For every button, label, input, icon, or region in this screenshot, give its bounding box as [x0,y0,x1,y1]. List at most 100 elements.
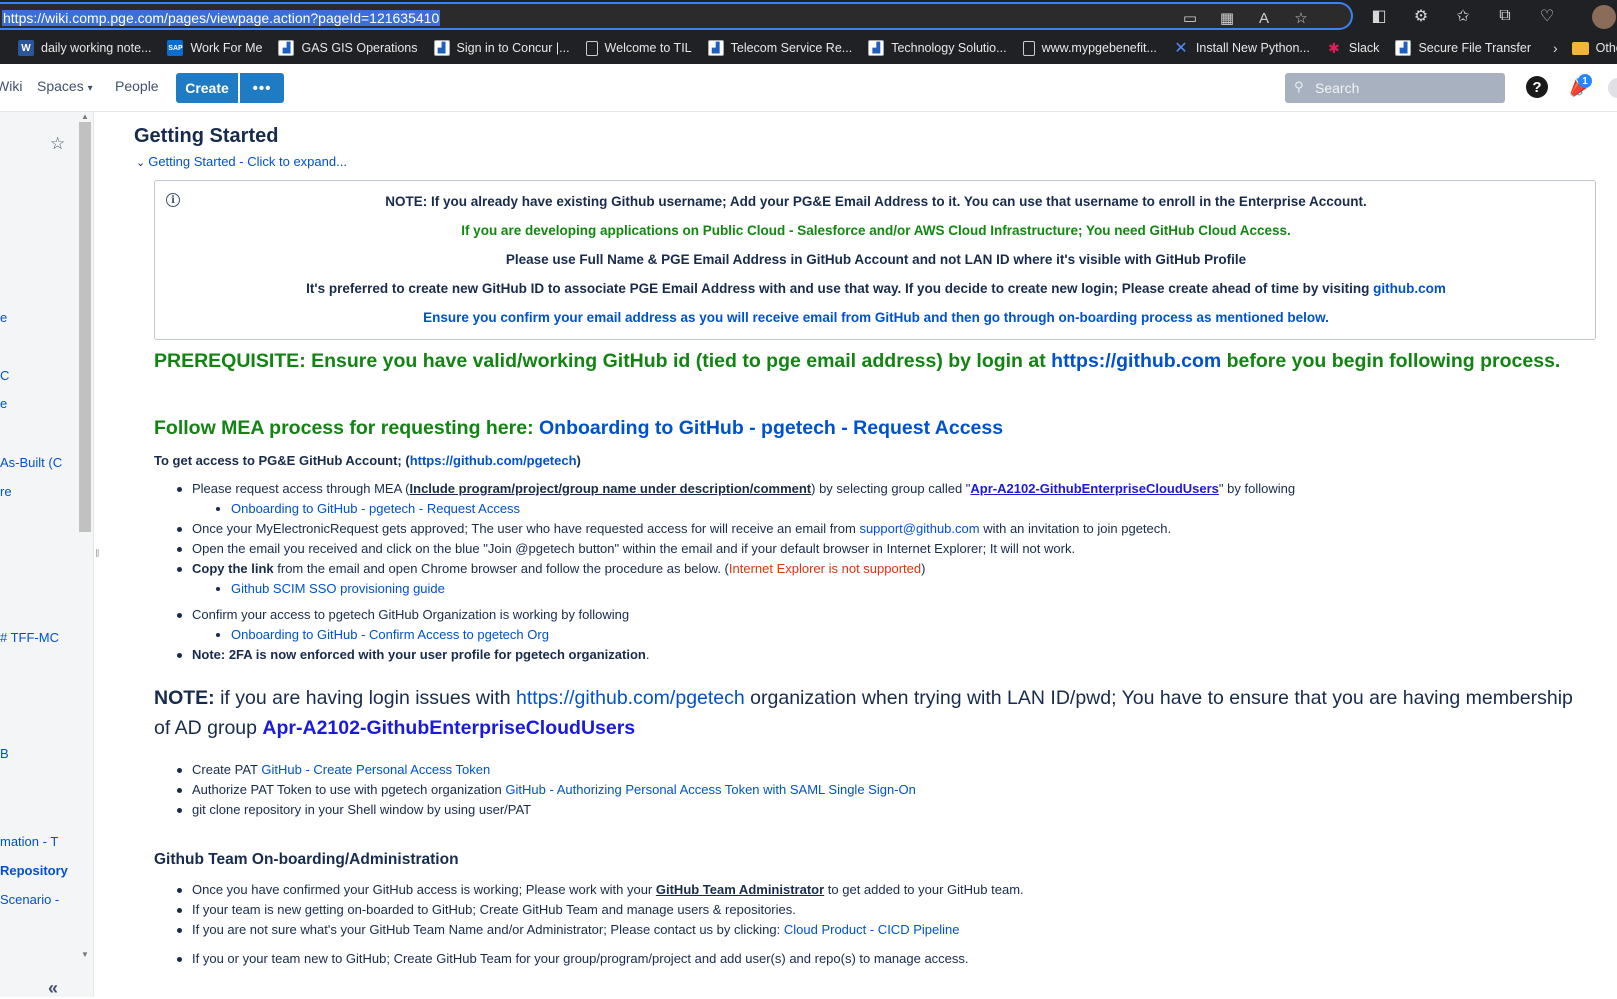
apps-icon[interactable]: ▦ [1217,8,1237,28]
bookmark-item[interactable]: ✱ Slack [1326,39,1379,56]
browser-toolbar: ◧ ⚙ ✩ ⧉ ♡ [1368,5,1558,27]
confirm-steps-list: Confirm your access to pgetech GitHub Or… [176,605,649,665]
info-line: NOTE: If you already have existing Githu… [385,194,1367,209]
list-item: If your team is new getting on-boarded t… [177,900,1024,920]
support-email-link[interactable]: support@github.com [859,521,979,536]
list-item: Authorize PAT Token to use with pgetech … [177,780,916,800]
chevron-down-icon: ▾ [87,83,93,94]
bookmark-item[interactable]: ▟ Secure File Transfer [1395,40,1531,56]
space-sidebar: ☆ ▲ ▼ e C e As-Built (C re # TFF-MC B ma… [0,112,94,999]
create-button[interactable]: Create [176,73,238,103]
sidebar-tree-item-current[interactable]: Repository [0,863,76,878]
favorite-star-icon[interactable]: ☆ [1291,8,1311,28]
chevron-down-icon: ⌄ [136,157,146,169]
group-link[interactable]: Apr-A2102-GithubEnterpriseCloudUsers [970,481,1219,496]
bookmark-item[interactable]: Wdaily working note... [18,40,151,56]
info-line: Ensure you confirm your email address as… [423,310,1329,325]
app-header: Wiki Spaces ▾ People Create ••• ⚲ ? 📣 1 [0,64,1617,112]
sidebar-tree-item[interactable]: e [0,310,76,325]
github-link[interactable]: https://github.com [1051,350,1221,372]
nav-people[interactable]: People [115,78,159,94]
star-icon[interactable]: ☆ [50,134,65,154]
bookmark-item[interactable]: ✕ Install New Python... [1173,40,1310,57]
favorites-icon[interactable]: ✩ [1452,5,1474,27]
request-access-link[interactable]: Onboarding to GitHub - pgetech - Request… [231,501,520,516]
list-item: If you or your team new to GitHub; Creat… [177,949,1024,969]
bookmark-item[interactable]: ▟ GAS GIS Operations [278,40,418,56]
list-item: Note: 2FA is now enforced with your user… [176,645,649,665]
list-item: Please request access through MEA (Inclu… [176,479,1295,499]
sidebar-tree-item[interactable]: # TFF-MC [0,630,76,645]
access-intro: To get access to PG&E GitHub Account; (h… [154,453,581,468]
sidebar-tree-item[interactable]: re [0,484,76,499]
slack-icon: ✱ [1327,39,1340,56]
list-item: Confirm your access to pgetech GitHub Or… [176,605,649,625]
search-icon: ⚲ [1294,79,1304,94]
nav-wiki[interactable]: Wiki [0,78,22,94]
chart-icon: ▟ [868,40,885,56]
sidebar-tree-item[interactable]: C [0,368,76,383]
search-box[interactable]: ⚲ [1285,73,1505,103]
pgetech-link[interactable]: https://github.com/pgetech [516,687,745,709]
sidebar-tree-item[interactable]: As-Built (C [0,455,76,470]
scroll-up-icon[interactable]: ▲ [81,112,89,121]
sidebar-resize-handle[interactable]: ‖ [95,548,100,560]
bookmark-item[interactable]: ▟ Sign in to Concur |... [433,40,570,56]
list-item: git clone repository in your Shell windo… [177,800,916,820]
prerequisite-heading: PREREQUISITE: Ensure you have valid/work… [154,350,1561,372]
sidebar-tree-item[interactable]: mation - T [0,834,76,849]
scroll-down-icon[interactable]: ▼ [81,950,89,959]
info-line: It's preferred to create new GitHub ID t… [306,281,1446,296]
chart-icon: ▟ [278,40,295,56]
sidebar-tree-item[interactable]: B [0,746,76,761]
confluence-icon: ✕ [1174,40,1188,57]
sidebar-tree-item[interactable]: e [0,396,76,411]
extensions-icon[interactable]: ⚙ [1410,5,1432,27]
bookmark-item[interactable]: www.mypgebenefit... [1022,40,1157,56]
url-field[interactable]: https://wiki.comp.pge.com/pages/viewpage… [0,2,1353,30]
request-access-link[interactable]: Onboarding to GitHub - pgetech - Request… [539,417,1003,439]
list-item: Onboarding to GitHub - Confirm Access to… [192,625,649,645]
page-title: Getting Started [134,125,279,147]
bookmark-item[interactable]: SAP Work For Me [167,40,262,56]
nav-spaces[interactable]: Spaces ▾ [37,78,93,94]
install-app-icon[interactable]: ▭ [1180,8,1200,28]
split-screen-icon[interactable]: ◧ [1368,5,1390,27]
collapse-sidebar-icon[interactable]: « [48,978,58,999]
group-link[interactable]: Apr-A2102-GithubEnterpriseCloudUsers [262,717,635,739]
health-icon[interactable]: ♡ [1536,5,1558,27]
bookmark-item[interactable]: ▟ Technology Solutio... [868,40,1007,56]
list-item: Github SCIM SSO provisioning guide [192,579,1295,599]
chevron-right-icon[interactable]: › [1553,40,1558,56]
page-icon [1022,40,1035,56]
profile-avatar[interactable] [1592,5,1616,29]
cicd-pipeline-link[interactable]: Cloud Product - CICD Pipeline [784,922,960,937]
chart-icon: ▟ [1395,40,1412,56]
team-admin-link[interactable]: GitHub Team Administrator [656,882,824,897]
confirm-access-link[interactable]: Onboarding to GitHub - Confirm Access to… [231,627,549,642]
github-link[interactable]: github.com [1373,281,1446,296]
help-icon[interactable]: ? [1526,76,1548,98]
collections-icon[interactable]: ⧉ [1494,5,1516,27]
search-input[interactable] [1315,78,1495,98]
read-aloud-icon[interactable]: A [1254,8,1274,28]
info-panel: i NOTE: If you already have existing Git… [154,180,1596,340]
bookmark-item[interactable]: ▟ Telecom Service Re... [707,40,852,56]
chart-icon: ▟ [707,40,724,56]
bookmark-item[interactable]: Welcome to TIL [585,40,692,56]
url-text[interactable]: https://wiki.comp.pge.com/pages/viewpage… [2,10,441,26]
more-create-button[interactable]: ••• [240,73,284,103]
team-steps-list: Once you have confirmed your GitHub acce… [177,880,1024,969]
scim-guide-link[interactable]: Github SCIM SSO provisioning guide [231,581,445,596]
expand-macro[interactable]: ⌄ Getting Started - Click to expand... [136,154,347,169]
authorize-pat-link[interactable]: GitHub - Authorizing Personal Access Tok… [505,782,915,797]
create-pat-link[interactable]: GitHub - Create Personal Access Token [261,762,490,777]
pgetech-link[interactable]: https://github.com/pgetech [410,453,577,468]
access-steps-list: Please request access through MEA (Inclu… [176,479,1295,599]
sidebar-tree-item[interactable]: Scenario - [0,892,76,907]
list-item: Create PAT GitHub - Create Personal Acce… [177,760,916,780]
user-avatar[interactable] [1608,78,1617,98]
sidebar-scrollbar[interactable] [79,122,91,532]
chart-icon: ▟ [433,40,450,56]
other-bookmarks[interactable]: Other [1571,41,1617,55]
